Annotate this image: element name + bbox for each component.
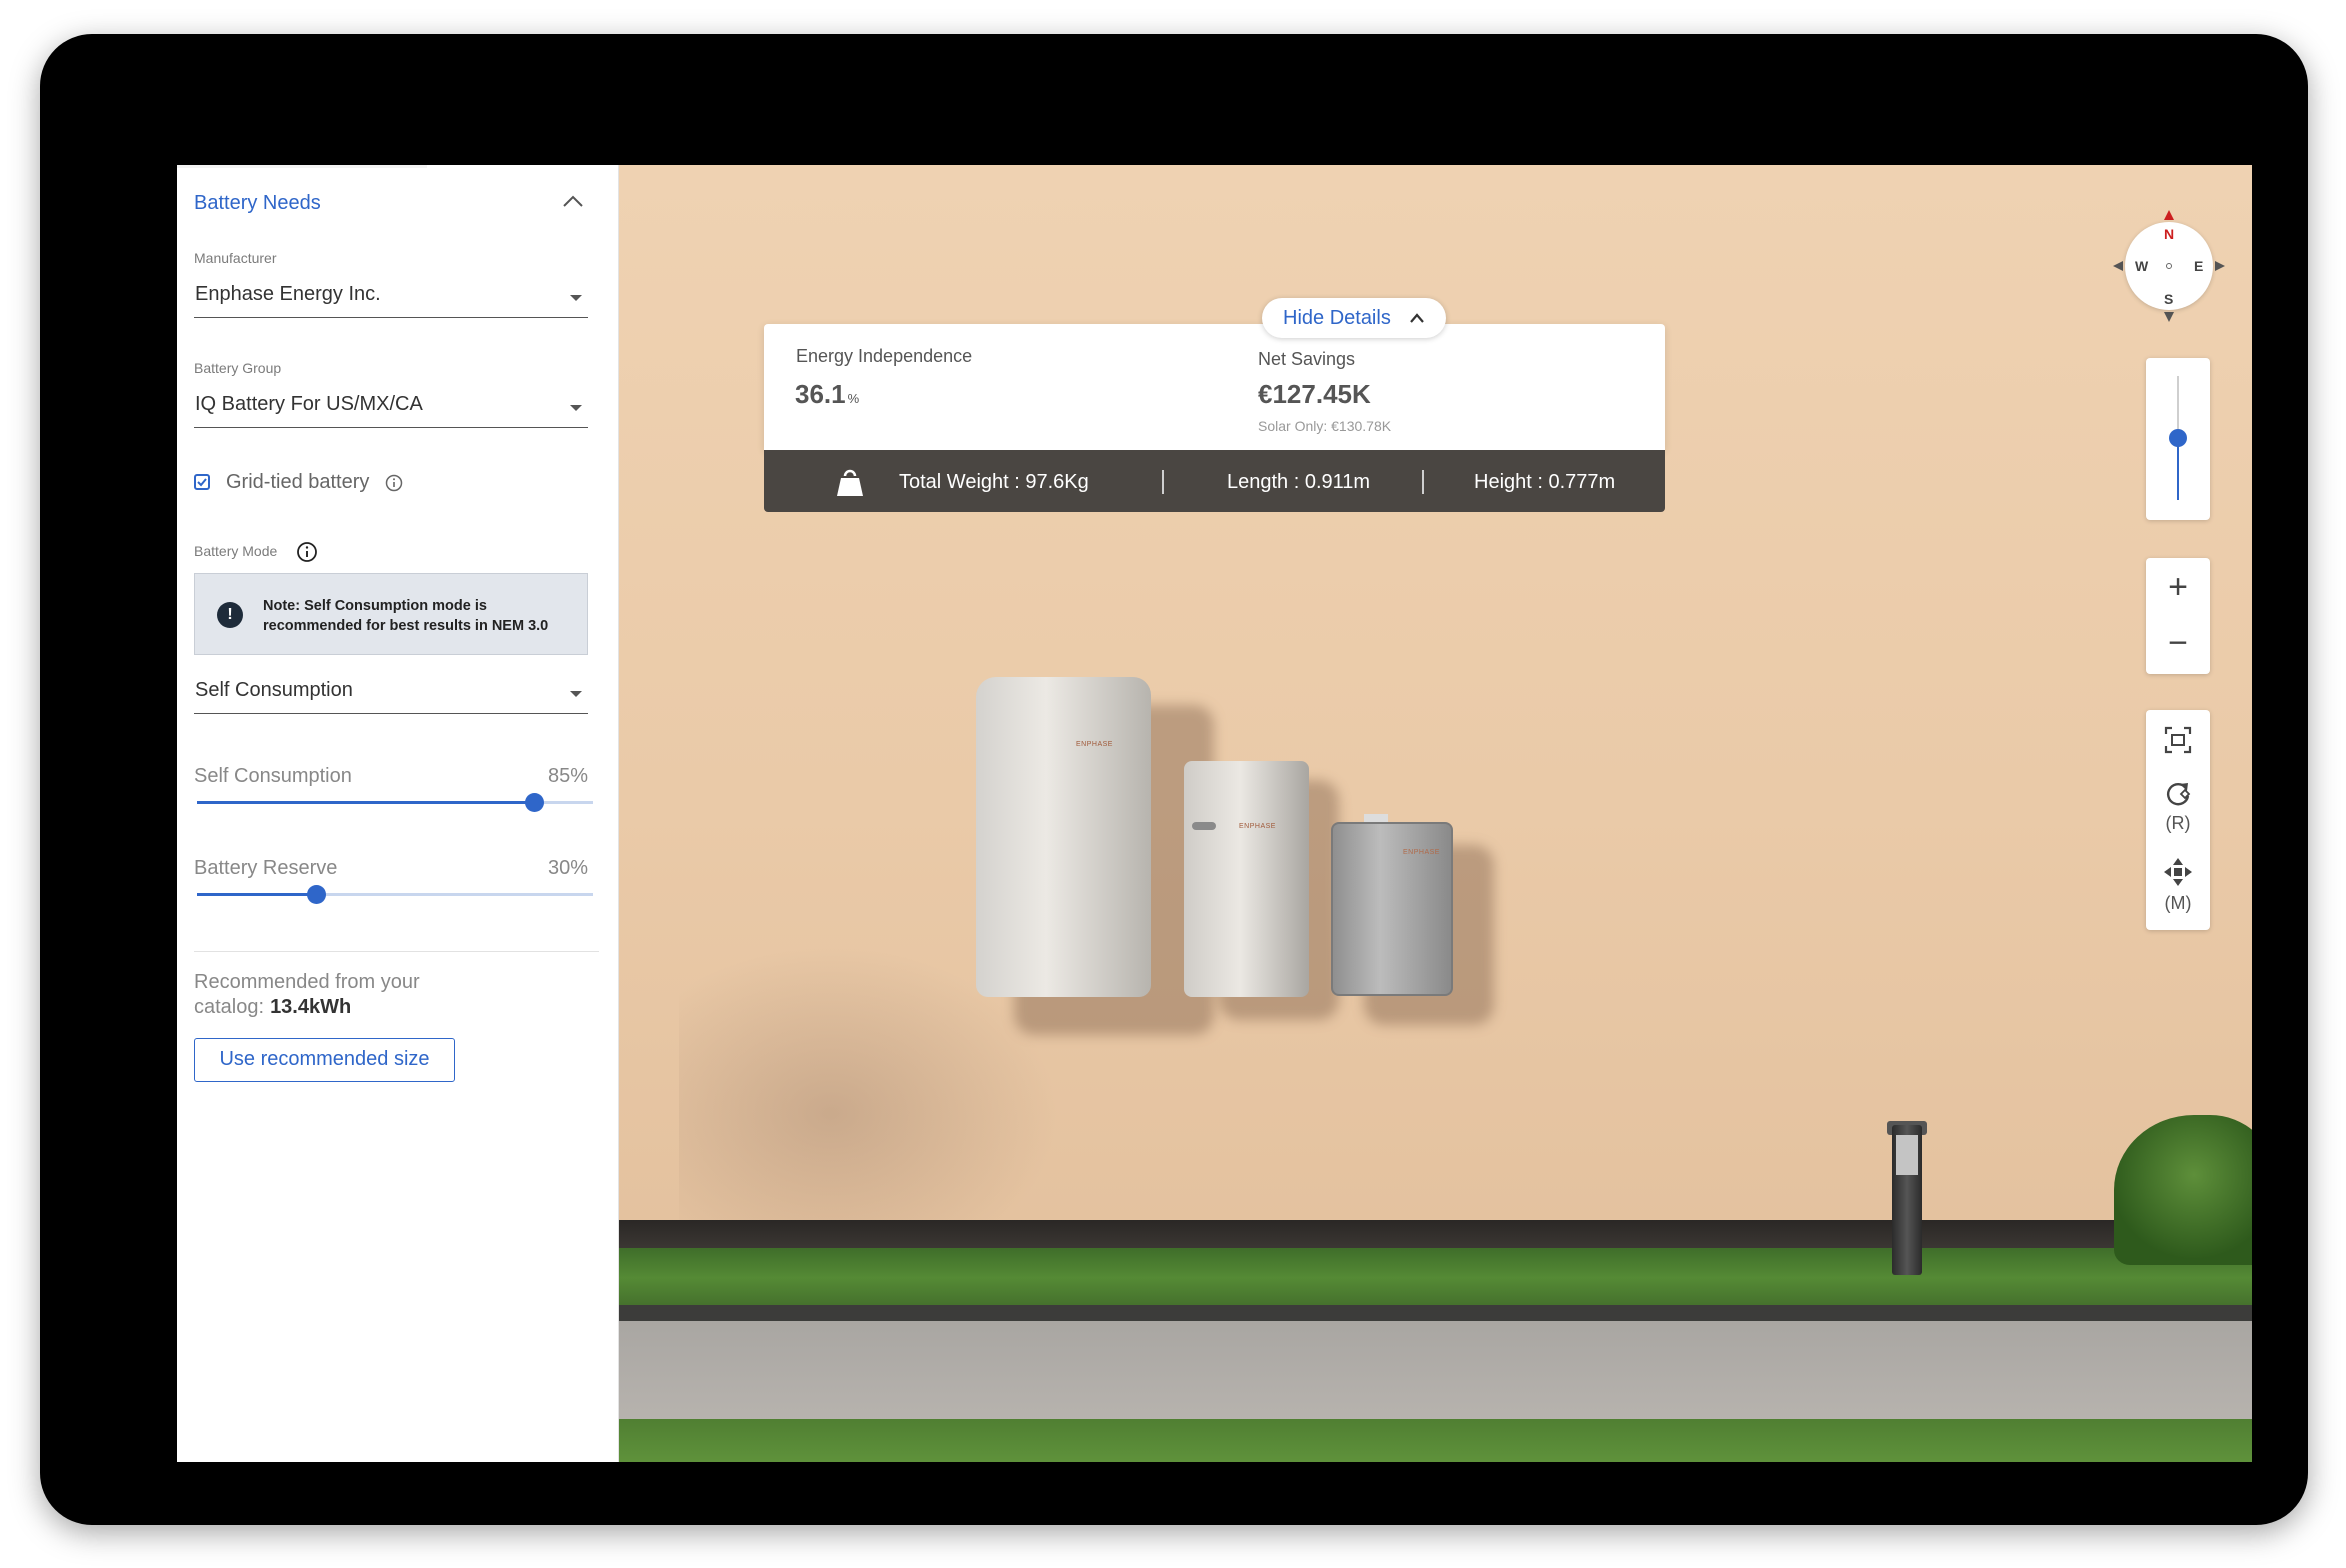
tilt-slider-track[interactable] — [2169, 376, 2187, 500]
battery-unit-small[interactable]: ENPHASE — [1184, 761, 1309, 997]
divider — [194, 951, 599, 952]
manufacturer-value: Enphase Energy Inc. — [195, 283, 381, 305]
rotate-label: (R) — [2165, 813, 2191, 833]
battery-mode-value: Self Consumption — [195, 679, 353, 701]
solar-only-savings: Solar Only: €130.78K — [1258, 418, 1392, 434]
iq-combiner-box[interactable]: ENPHASE — [1331, 822, 1453, 996]
zoom-controls: + − — [2146, 558, 2210, 674]
check-icon — [197, 478, 207, 487]
chevron-up-icon — [1410, 313, 1424, 323]
hide-details-label: Hide Details — [1283, 307, 1391, 329]
battery-reserve-label: Battery Reserve — [194, 857, 338, 879]
weight-icon — [837, 469, 863, 496]
compass-west: W — [2135, 258, 2149, 274]
brand-logo-text: ENPHASE — [1403, 849, 1440, 856]
zoom-in-button[interactable]: + — [2146, 558, 2210, 616]
rotate-icon[interactable] — [2164, 780, 2192, 808]
nem-note-banner: ! Note: Self Consumption mode is recomme… — [194, 573, 588, 655]
net-savings-value: €127.45K — [1258, 379, 1371, 409]
battery-mode-label: Battery Mode — [194, 543, 278, 559]
compass-north: N — [2164, 226, 2175, 242]
separator — [1162, 470, 1164, 494]
brand-logo-text: ENPHASE — [1076, 741, 1113, 748]
sidewalk — [619, 1321, 2252, 1421]
self-consumption-label: Self Consumption — [194, 765, 352, 787]
move-label: (M) — [2164, 893, 2192, 913]
compass-south: S — [2164, 291, 2174, 307]
energy-independence-label: Energy Independence — [796, 346, 973, 366]
length: Length : 0.911m — [1227, 471, 1371, 493]
scene-viewport[interactable]: ENPHASE ENPHASE ENPHASE Energy Independe… — [619, 165, 2252, 1462]
use-recommended-size-button[interactable]: Use recommended size — [194, 1038, 455, 1082]
manufacturer-label: Manufacturer — [194, 250, 277, 266]
fit-to-screen-icon[interactable] — [2164, 726, 2192, 754]
info-icon[interactable] — [385, 474, 403, 492]
device-frame: Battery Needs Manufacturer Enphase Energ… — [40, 34, 2308, 1525]
battery-reserve-value: 30% — [547, 857, 588, 879]
grass-strip — [619, 1248, 2252, 1308]
chevron-up-icon[interactable] — [561, 192, 585, 210]
compass-east: E — [2194, 258, 2204, 274]
grid-tied-label: Grid-tied battery — [226, 471, 370, 493]
compass-center — [2166, 263, 2172, 269]
caret-down-icon — [570, 295, 582, 301]
move-icon[interactable] — [2163, 857, 2193, 887]
energy-independence-value: 36.1% — [795, 379, 859, 410]
net-savings-label: Net Savings — [1258, 349, 1356, 369]
caret-down-icon — [570, 691, 582, 697]
battery-group-label: Battery Group — [194, 360, 282, 376]
slider-fill — [197, 801, 534, 804]
battery-needs-panel: Battery Needs Manufacturer Enphase Energ… — [177, 165, 619, 1462]
view-tools-panel: (R) (M) — [2146, 710, 2210, 930]
battery-reserve-slider[interactable] — [197, 885, 593, 904]
bollard-glass — [1896, 1135, 1918, 1175]
zoom-out-button[interactable]: − — [2146, 616, 2210, 674]
tilt-slider-thumb[interactable] — [2169, 429, 2187, 447]
details-card: Energy Independence 36.1% Net Savings €1… — [764, 324, 1665, 513]
tilt-slider-panel — [2146, 358, 2210, 520]
caret-down-icon — [570, 405, 582, 411]
panel-accent-line — [177, 165, 427, 168]
recommended-size-text: Recommended from your catalog: 13.4kWh — [194, 970, 494, 1020]
details-summary: Energy Independence 36.1% Net Savings €1… — [764, 324, 1665, 450]
status-led — [1192, 822, 1216, 830]
wall-baseboard — [619, 1220, 2252, 1248]
app-screen: Battery Needs Manufacturer Enphase Energ… — [177, 165, 2252, 1462]
curb — [619, 1305, 2252, 1321]
energy-value-unit: % — [847, 391, 860, 406]
battery-group-value: IQ Battery For US/MX/CA — [195, 393, 423, 415]
compass[interactable]: N S W E — [2113, 210, 2225, 322]
height: Height : 0.777m — [1474, 471, 1616, 493]
battery-group-select[interactable]: IQ Battery For US/MX/CA — [194, 387, 588, 428]
brand-logo-text: ENPHASE — [1239, 823, 1276, 830]
battery-mode-select[interactable]: Self Consumption — [194, 673, 588, 714]
dimensions-bar: Total Weight : 97.6Kg Length : 0.911m He… — [764, 450, 1665, 512]
note-text: Note: Self Consumption mode is recommend… — [263, 598, 549, 634]
panel-title[interactable]: Battery Needs — [194, 192, 321, 215]
grid-tied-checkbox[interactable] — [194, 474, 210, 490]
manufacturer-select[interactable]: Enphase Energy Inc. — [194, 277, 588, 318]
slider-thumb[interactable] — [306, 885, 326, 904]
grass-strip-front — [619, 1419, 2252, 1462]
info-icon[interactable] — [296, 541, 318, 563]
battery-unit-large[interactable]: ENPHASE — [976, 677, 1151, 997]
recommended-value: 13.4kWh — [270, 996, 352, 1018]
hide-details-button[interactable]: Hide Details — [1262, 298, 1446, 338]
self-consumption-slider[interactable] — [197, 793, 593, 812]
slider-thumb[interactable] — [524, 793, 544, 812]
self-consumption-value: 85% — [547, 765, 588, 787]
alert-icon: ! — [217, 602, 243, 628]
slider-fill — [197, 893, 316, 896]
total-weight: Total Weight : 97.6Kg — [899, 471, 1089, 493]
separator — [1422, 470, 1424, 494]
tilt-slider-fill — [2177, 438, 2179, 500]
energy-value-number: 36.1 — [795, 379, 846, 409]
